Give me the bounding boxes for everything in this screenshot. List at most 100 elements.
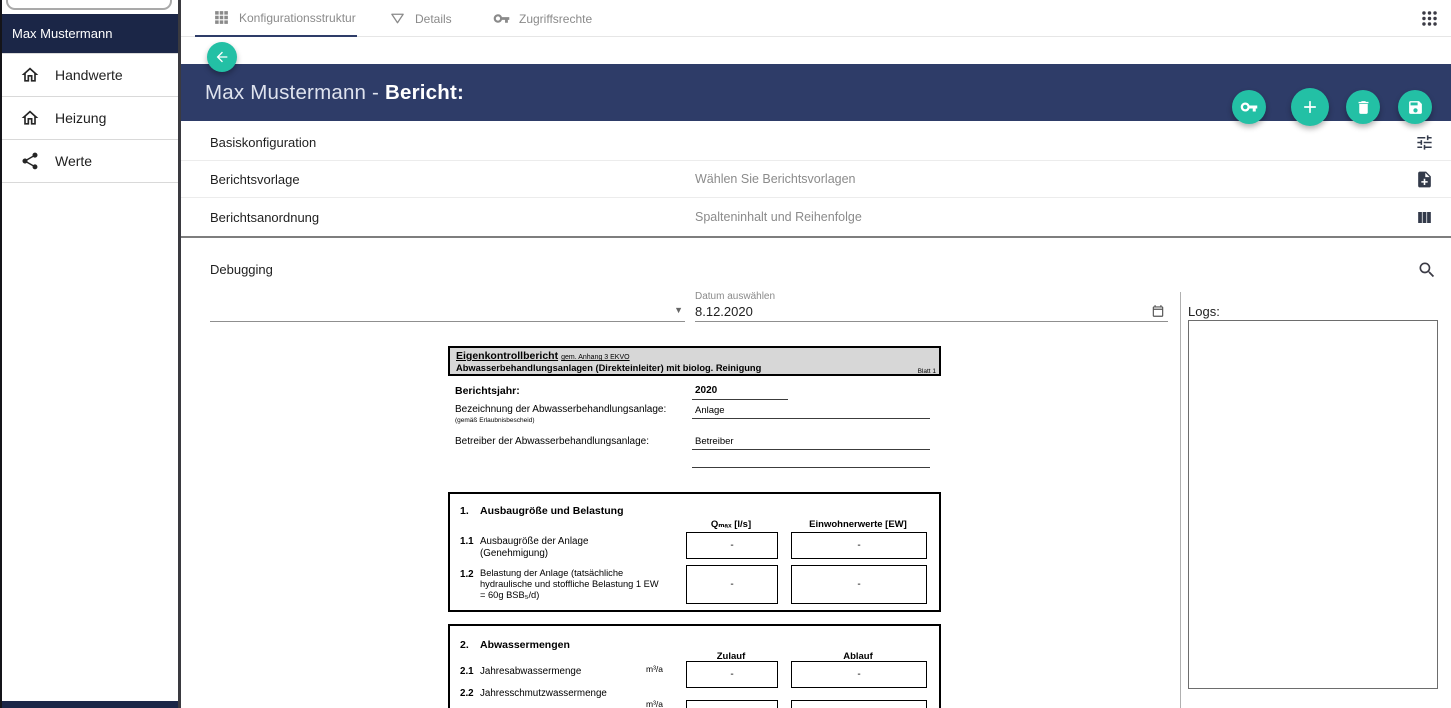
search-icon[interactable] — [1417, 260, 1437, 280]
page-title-name: Max Mustermann - — [205, 81, 385, 104]
section1-col1-header: Qₘₐₓ [l/s] — [684, 519, 778, 530]
delete-button[interactable] — [1346, 90, 1380, 124]
tab-details[interactable]: Details — [389, 0, 452, 37]
row-2-1-unit: m³/a — [646, 664, 680, 674]
report-title: Eigenkontrollberichtgem. Anhang 3 EKVO — [456, 350, 630, 362]
year-label: Berichtsjahr: — [455, 385, 520, 397]
sidebar-search-stub[interactable] — [6, 0, 172, 10]
row-1-1-number: 1.1 — [460, 536, 474, 547]
row-1-1-label: Ausbaugröße der Anlage (Genehmigung) — [480, 536, 650, 559]
config-row-berichtsvorlage[interactable]: Berichtsvorlage Wählen Sie Berichtsvorla… — [181, 161, 1451, 198]
report-subtitle: Abwasserbehandlungsanlagen (Direkteinlei… — [456, 363, 761, 373]
plant-name-underline — [692, 418, 930, 419]
page-title: Max Mustermann - Bericht: — [205, 81, 464, 105]
tab-bar: Konfigurationsstruktur Details Zugriffsr… — [181, 0, 1451, 37]
row-1-2-label: Belastung der Anlage (tatsächliche hydra… — [480, 568, 662, 601]
plant-name-value: Anlage — [695, 405, 725, 416]
config-row-hint: Wählen Sie Berichtsvorlagen — [695, 172, 856, 186]
date-field[interactable]: Datum auswählen 8.12.2020 — [695, 291, 1168, 322]
year-value: 2020 — [695, 385, 717, 396]
row-1-2-value-2[interactable]: - — [791, 565, 927, 604]
row-2-2-value-1[interactable] — [686, 700, 778, 708]
config-row-label: Berichtsanordnung — [210, 210, 319, 225]
back-button[interactable] — [207, 42, 237, 72]
tune-icon[interactable] — [1415, 133, 1434, 152]
calendar-icon[interactable] — [1151, 304, 1165, 318]
plant-name-sublabel: (gemäß Erlaubnisbescheid) — [455, 417, 534, 424]
form-section-2: 2. Abwassermengen Zulauf Ablauf 2.1 Jahr… — [448, 624, 941, 708]
save-icon — [1407, 99, 1424, 116]
sidebar-user-name: Max Mustermann — [12, 26, 112, 41]
row-2-1-value-2[interactable]: - — [791, 661, 927, 688]
view-column-icon[interactable] — [1415, 208, 1434, 227]
row-1-2-value-1[interactable]: - — [686, 565, 778, 604]
row-2-2-value-2[interactable] — [791, 700, 927, 708]
debugging-title: Debugging — [210, 262, 273, 277]
filter-icon — [389, 10, 406, 27]
apps-grid-icon[interactable] — [1420, 9, 1439, 28]
plus-icon — [1300, 97, 1320, 117]
tab-label: Details — [415, 12, 452, 26]
content-logs-divider — [1180, 292, 1181, 708]
sidebar-bottom-bar — [2, 701, 178, 708]
form-section-1: 1. Ausbaugröße und Belastung Qₘₐₓ [l/s] … — [448, 492, 941, 612]
key-icon — [493, 10, 510, 27]
row-2-1-number: 2.1 — [460, 666, 474, 677]
sidebar-item-label: Werte — [55, 153, 92, 169]
logs-panel[interactable] — [1188, 320, 1438, 689]
report-preview: Eigenkontrollberichtgem. Anhang 3 EKVO A… — [448, 346, 941, 708]
operator-label: Betreiber der Abwasserbehandlungsanlage: — [455, 436, 649, 447]
report-header: Eigenkontrollberichtgem. Anhang 3 EKVO A… — [448, 346, 941, 376]
sidebar-item-label: Heizung — [55, 110, 106, 126]
operator-value: Betreiber — [695, 436, 734, 447]
plant-name-label: Bezeichnung der Abwasserbehandlungsanlag… — [455, 404, 666, 415]
sidebar-item-heizung[interactable]: Heizung — [2, 97, 178, 140]
report-title-text: Eigenkontrollbericht — [456, 350, 558, 362]
home-icon — [20, 65, 40, 85]
share-icon — [20, 151, 40, 171]
sidebar-item-werte[interactable]: Werte — [2, 140, 178, 183]
row-2-1-value-1[interactable]: - — [686, 661, 778, 688]
config-row-label: Berichtsvorlage — [210, 172, 300, 187]
row-2-1-label: Jahresabwassermenge — [480, 666, 581, 677]
row-1-1-value-1[interactable]: - — [686, 532, 778, 559]
note-add-icon[interactable] — [1415, 170, 1434, 189]
arrow-left-icon — [214, 49, 230, 65]
section-divider — [181, 236, 1451, 238]
app-window: Max Mustermann Handwerte Heizung Werte — [0, 0, 1451, 708]
config-row-berichtsanordnung[interactable]: Berichtsanordnung Spalteninhalt und Reih… — [181, 198, 1451, 236]
section1-col2-header: Einwohnerwerte [EW] — [789, 519, 927, 530]
access-rights-button[interactable] — [1232, 90, 1266, 124]
operator-underline-2 — [692, 467, 930, 468]
key-icon — [1240, 98, 1258, 116]
grid-icon — [213, 9, 230, 26]
sidebar: Max Mustermann Handwerte Heizung Werte — [2, 0, 178, 708]
tab-label: Zugriffsrechte — [519, 12, 592, 26]
save-button[interactable] — [1398, 90, 1432, 124]
tab-label: Konfigurationsstruktur — [239, 11, 356, 25]
main-content: Konfigurationsstruktur Details Zugriffsr… — [181, 0, 1451, 708]
sidebar-menu: Handwerte Heizung Werte — [2, 53, 178, 183]
home-icon — [20, 108, 40, 128]
tab-zugriffsrechte[interactable]: Zugriffsrechte — [493, 0, 592, 37]
report-sheet-number: Blatt 1 — [918, 368, 936, 375]
sidebar-item-handwerte[interactable]: Handwerte — [2, 54, 178, 97]
date-field-label: Datum auswählen — [695, 291, 775, 302]
year-underline — [692, 399, 788, 400]
row-2-2-unit: m³/a — [646, 699, 680, 708]
delete-icon — [1355, 99, 1372, 116]
row-1-1-value-2[interactable]: - — [791, 532, 927, 559]
report-select[interactable]: ▼ — [210, 300, 685, 322]
section2-number: 2. — [460, 639, 469, 651]
chevron-down-icon: ▼ — [674, 305, 683, 315]
date-field-value: 8.12.2020 — [695, 304, 753, 319]
config-row-basiskonfiguration[interactable]: Basiskonfiguration — [181, 124, 1451, 161]
config-row-hint: Spalteninhalt und Reihenfolge — [695, 210, 862, 224]
sidebar-user-header: Max Mustermann — [2, 14, 178, 53]
add-button[interactable] — [1291, 88, 1329, 126]
sidebar-item-label: Handwerte — [55, 67, 123, 83]
row-2-2-number: 2.2 — [460, 688, 474, 699]
tab-konfigurationsstruktur[interactable]: Konfigurationsstruktur — [195, 0, 357, 37]
operator-underline — [692, 449, 930, 450]
row-2-2-label: Jahresschmutzwassermenge — [480, 688, 607, 699]
